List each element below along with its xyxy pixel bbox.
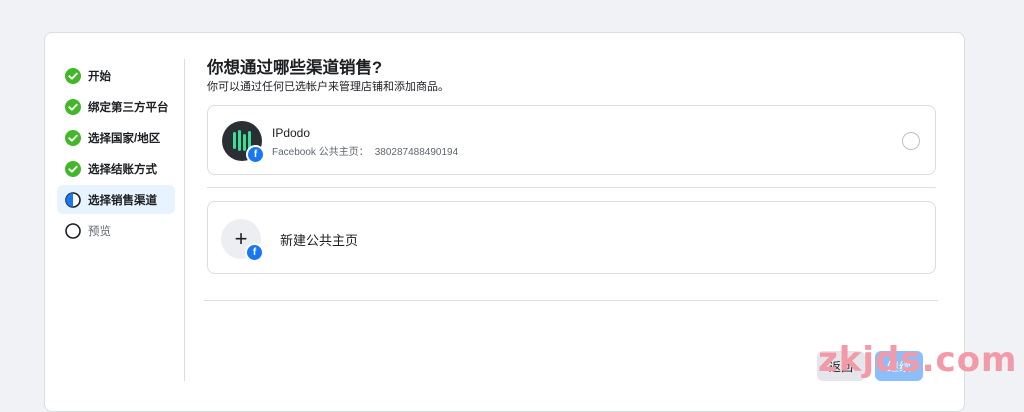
page-meta-label: Facebook 公共主页： bbox=[272, 147, 369, 158]
add-page-avatar: + f bbox=[221, 219, 264, 262]
step-label: 选择销售渠道 bbox=[88, 194, 157, 207]
step-label: 开始 bbox=[88, 70, 111, 83]
page-meta: Facebook 公共主页： 380287488490194 bbox=[272, 143, 458, 158]
step-link-platform[interactable]: 绑定第三方平台 bbox=[57, 92, 175, 121]
check-circle-icon bbox=[65, 129, 81, 146]
divider bbox=[207, 187, 936, 188]
step-country[interactable]: 选择国家/地区 bbox=[57, 123, 175, 152]
step-sales-channel[interactable]: 选择销售渠道 bbox=[57, 185, 175, 214]
facebook-page-option[interactable]: f IPdodo Facebook 公共主页： 380287488490194 bbox=[207, 105, 936, 175]
vertical-divider bbox=[184, 59, 185, 381]
step-label: 预览 bbox=[88, 225, 111, 238]
new-page-option[interactable]: + f 新建公共主页 bbox=[207, 201, 936, 274]
page-avatar: f bbox=[222, 121, 265, 164]
step-label: 选择国家/地区 bbox=[88, 132, 161, 145]
check-circle-icon bbox=[65, 98, 81, 115]
facebook-icon: f bbox=[246, 145, 265, 164]
half-circle-icon bbox=[65, 191, 81, 208]
page-subtitle: 你可以通过任何已选帐户来管理店铺和添加商品。 bbox=[207, 81, 449, 93]
page-select-radio[interactable] bbox=[902, 132, 920, 150]
step-checkout[interactable]: 选择结账方式 bbox=[57, 154, 175, 183]
step-start[interactable]: 开始 bbox=[57, 61, 175, 90]
step-preview[interactable]: 预览 bbox=[57, 216, 175, 245]
check-circle-icon bbox=[65, 160, 81, 177]
page-name: IPdodo bbox=[272, 126, 311, 140]
channel-selection: 你想通过哪些渠道销售? 你可以通过任何已选帐户来管理店铺和添加商品。 f IPd… bbox=[204, 57, 938, 381]
divider bbox=[204, 300, 938, 301]
new-page-label: 新建公共主页 bbox=[280, 233, 359, 248]
step-label: 选择结账方式 bbox=[88, 163, 157, 176]
watermark: zkjds.com bbox=[818, 340, 1018, 380]
step-label: 绑定第三方平台 bbox=[88, 101, 169, 114]
page-title: 你想通过哪些渠道销售? bbox=[207, 59, 383, 77]
page-id: 380287488490194 bbox=[374, 147, 459, 158]
facebook-icon: f bbox=[245, 243, 264, 262]
progress-steps: 开始 绑定第三方平台 选择国家/地区 选择结账方式 选择销售渠道 预览 bbox=[57, 61, 175, 247]
check-circle-icon bbox=[65, 67, 81, 84]
empty-circle-icon bbox=[65, 222, 81, 239]
